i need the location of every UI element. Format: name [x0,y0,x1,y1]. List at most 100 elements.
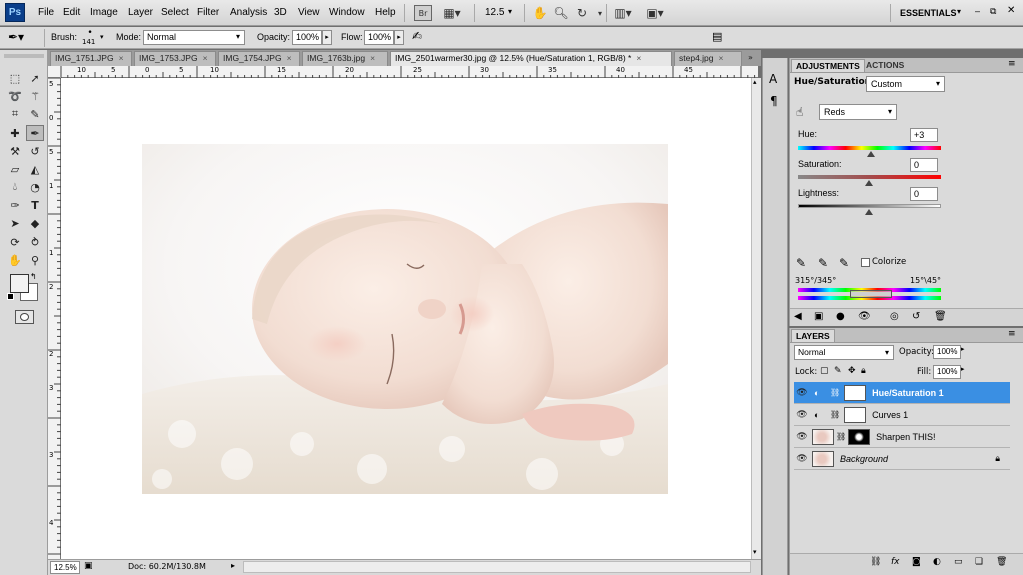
saturation-slider-thumb[interactable] [865,180,873,186]
tab-adjustments[interactable]: ADJUSTMENTS [791,59,865,72]
chevron-down-icon[interactable]: ▾ [100,33,104,41]
layer-mask-thumbnail[interactable] [848,428,871,445]
menu-help[interactable]: Help [375,7,396,18]
tab-layers[interactable]: LAYERS [791,329,835,342]
layer-style-icon[interactable]: fx [891,557,900,567]
visibility-icon[interactable]: 👁︎ [858,311,871,322]
paint-bucket-tool-icon[interactable]: ◭ [26,161,44,177]
menu-3d[interactable]: 3D [274,7,287,18]
scroll-down-icon[interactable]: ▾ [753,548,757,556]
close-icon[interactable]: × [119,53,124,63]
menu-window[interactable]: Window [329,7,365,18]
scroll-up-icon[interactable]: ▴ [753,78,757,86]
history-brush-tool-icon[interactable]: ↺ [26,143,44,159]
vertical-scrollbar[interactable]: ▴ ▾ [751,78,761,559]
quick-mask-icon[interactable] [15,310,34,324]
panel-menu-icon[interactable]: ≡ [1008,329,1016,339]
blend-mode-select[interactable]: Normal ▾ [794,345,894,360]
menu-layer[interactable]: Layer [128,7,153,18]
return-to-list-icon[interactable]: ◀ [794,311,802,322]
reset-icon[interactable]: ↺ [912,311,920,322]
lock-all-icon[interactable]: 🔒︎ [861,366,866,376]
arrange-documents-icon[interactable]: ▥▾ [612,5,634,21]
link-layers-icon[interactable]: ⛓︎ [870,557,881,567]
menu-select[interactable]: Select [161,7,189,18]
chevron-down-icon[interactable]: ▾ [594,5,606,21]
layer-row[interactable]: 👁︎ Background 🔒︎ [794,448,1010,470]
shape-tool-icon[interactable]: ◆ [26,215,44,231]
close-icon[interactable]: × [636,53,641,63]
clip-to-layer-icon[interactable]: ● [836,311,845,322]
close-icon[interactable]: × [203,53,208,63]
tab-doc[interactable]: IMG_1753.JPG × [134,51,216,66]
tab-active-doc[interactable]: IMG_2501warmer30.jpg @ 12.5% (Hue/Satura… [390,51,672,66]
menu-file[interactable]: File [38,7,54,18]
layer-row[interactable]: 👁︎ ◐ ⛓︎ Hue/Saturation 1 [794,382,1010,404]
eyedropper-minus-icon[interactable]: ✎ [839,256,849,270]
color-range-selector[interactable] [850,290,892,298]
preset-select[interactable]: Custom ▾ [866,76,945,92]
clone-source-panel-icon[interactable]: ▤ [712,30,722,43]
brush-tool-icon[interactable]: ✒▾ [8,30,24,44]
visibility-eye-icon[interactable]: 👁︎ [794,431,810,442]
horizontal-scrollbar[interactable] [243,561,751,573]
type-tool-icon[interactable]: T [26,197,44,213]
menu-analysis[interactable]: Analysis [230,7,267,18]
close-icon[interactable]: ✕ [1007,5,1015,16]
default-colors-icon[interactable] [7,293,14,300]
healing-brush-tool-icon[interactable]: ✚ [6,125,24,141]
tab-doc[interactable]: step4.jpg × [674,51,742,66]
document-canvas[interactable] [61,78,751,559]
menu-filter[interactable]: Filter [197,7,219,18]
channel-select[interactable]: Reds ▾ [819,104,897,120]
swap-colors-icon[interactable]: ↰ [30,272,37,281]
link-icon[interactable]: ⛓︎ [836,432,846,441]
bridge-icon[interactable]: Br [414,5,432,21]
view-extras-icon[interactable]: ▦▾ [441,5,463,21]
eyedropper-plus-icon[interactable]: ✎ [818,256,828,270]
zoom-field[interactable]: 12.5% [50,561,80,574]
saturation-value-field[interactable]: 0 [910,158,938,172]
tools-grip[interactable] [4,54,44,58]
layer-thumbnail[interactable] [812,450,834,467]
foreground-color-swatch[interactable] [10,274,29,293]
brush-preset-icon[interactable]: • [82,28,98,38]
rotate-view-icon[interactable]: ↻ [574,5,590,21]
flow-slider-button[interactable]: ▸ [394,30,404,45]
chevron-down-icon[interactable]: ▾ [508,7,512,16]
marquee-tool-icon[interactable]: ⬚ [6,70,24,86]
hue-value-field[interactable]: +3 [910,128,938,142]
opacity-field[interactable]: 100% [292,30,322,45]
previous-state-icon[interactable]: ◎ [890,311,899,322]
lock-transparency-icon[interactable]: ▢ [820,366,829,376]
minimize-icon[interactable]: – [975,6,980,16]
chevron-down-icon[interactable]: ▾ [957,7,961,16]
lightness-slider-thumb[interactable] [865,209,873,215]
mode-select[interactable]: Normal ▾ [143,30,245,45]
tab-actions[interactable]: ACTIONS [862,59,908,72]
visibility-eye-icon[interactable]: 👁︎ [794,387,810,398]
new-group-icon[interactable]: ▭ [954,557,963,567]
lasso-tool-icon[interactable]: ➰ [6,88,24,104]
lightness-slider[interactable] [798,204,941,208]
tab-doc[interactable]: IMG_1751.JPG × [50,51,132,66]
fill-field[interactable]: 100% [933,365,961,379]
brush-tool-icon[interactable]: ✒ [26,125,44,141]
layer-mask-thumbnail[interactable] [844,406,867,423]
ruler-origin[interactable] [48,66,61,78]
panel-menu-icon[interactable]: ≡ [1008,59,1016,69]
visibility-eye-icon[interactable]: 👁︎ [794,409,810,420]
zoom-tool-icon[interactable]: ⚲ [26,252,44,268]
magic-wand-tool-icon[interactable]: ⚚ [26,88,44,104]
pen-tool-icon[interactable]: ✑ [6,197,24,213]
layer-thumbnail[interactable] [812,428,834,445]
hue-slider[interactable] [798,146,941,150]
saturation-slider[interactable] [798,175,941,179]
menu-edit[interactable]: Edit [63,7,80,18]
zoom-level-field[interactable]: 12.5 [485,7,504,18]
eyedropper-tool-icon[interactable]: ✎ [26,106,44,122]
character-panel-icon[interactable]: A [769,72,777,86]
crop-tool-icon[interactable]: ⌗ [6,106,24,122]
clone-stamp-tool-icon[interactable]: ⚒ [6,143,24,159]
tab-overflow-icon[interactable]: » [748,53,753,62]
